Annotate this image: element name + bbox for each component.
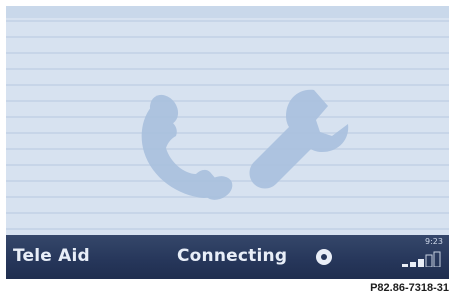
status-bar: Tele Aid Connecting 9:23 bbox=[6, 235, 449, 279]
signal-bar bbox=[433, 251, 441, 267]
wrench-icon bbox=[249, 89, 349, 189]
connection-status-text: Connecting bbox=[177, 246, 288, 266]
phone-handset-icon bbox=[141, 94, 233, 200]
top-band bbox=[6, 6, 449, 18]
signal-bar bbox=[410, 262, 416, 267]
signal-bar bbox=[418, 259, 424, 267]
service-label: Tele Aid bbox=[13, 246, 90, 266]
signal-bar bbox=[402, 264, 408, 267]
signal-strength-icon bbox=[402, 251, 441, 267]
display-area bbox=[6, 6, 449, 235]
clock-time: 9:23 bbox=[425, 237, 443, 246]
figure-caption: P82.86-7318-31 bbox=[370, 282, 449, 294]
signal-bar bbox=[425, 254, 433, 267]
record-icon bbox=[316, 249, 332, 265]
infotainment-screen: Tele Aid Connecting 9:23 bbox=[6, 6, 449, 279]
background-icons bbox=[141, 89, 349, 200]
